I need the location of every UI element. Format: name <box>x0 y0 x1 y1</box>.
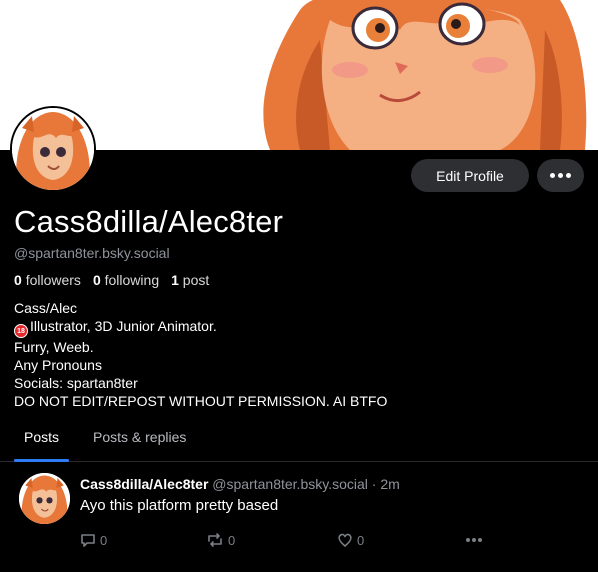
profile-stats: 0 followers 0 following 1 post <box>14 272 209 288</box>
repost-count: 0 <box>228 532 236 548</box>
bio-line: 18 Illustrator, 3D Junior Animator. <box>14 317 387 338</box>
profile-handle: @spartan8ter.bsky.social <box>14 245 170 261</box>
edit-profile-button[interactable]: Edit Profile <box>411 159 529 192</box>
more-options-button[interactable] <box>537 159 584 192</box>
tab-posts[interactable]: Posts <box>24 429 59 445</box>
like-button[interactable]: 0 <box>337 531 364 549</box>
post-more-button[interactable] <box>466 531 482 549</box>
following-count: 0 <box>92 272 101 288</box>
posts-stat: 1 post <box>171 272 209 288</box>
followers-count: 0 <box>14 272 22 288</box>
following-stat[interactable]: 0 following <box>93 272 159 288</box>
repost-icon <box>208 533 222 547</box>
profile-avatar[interactable] <box>10 106 96 192</box>
post-author-handle[interactable]: @spartan8ter.bsky.social <box>212 476 368 492</box>
eighteen-plus-icon: 18 <box>14 324 28 338</box>
bio-line: Furry, Weeb. <box>14 339 94 355</box>
post-timestamp[interactable]: 2m <box>380 476 399 492</box>
reply-icon <box>81 534 95 547</box>
post-more-icon <box>466 538 482 542</box>
post-separator: · <box>371 476 377 492</box>
posts-label: post <box>182 272 210 288</box>
reply-count: 0 <box>100 532 108 548</box>
bio-line: Socials: spartan8ter <box>14 375 138 391</box>
like-icon <box>338 533 352 547</box>
following-label: following <box>104 272 160 288</box>
followers-label: followers <box>25 272 81 288</box>
posts-count: 1 <box>171 272 179 288</box>
bio-line: DO NOT EDIT/REPOST WITHOUT PERMISSION. A… <box>14 393 388 409</box>
tab-posts-and-replies[interactable]: Posts & replies <box>93 429 186 445</box>
post-header: Cass8dilla/Alec8ter @spartan8ter.bsky.so… <box>80 476 400 492</box>
display-name: Cass8dilla/Alec8ter <box>14 204 284 239</box>
feed-post[interactable]: Cass8dilla/Alec8ter @spartan8ter.bsky.so… <box>0 463 598 572</box>
post-author-name[interactable]: Cass8dilla/Alec8ter <box>80 476 208 492</box>
post-avatar-image <box>19 473 70 524</box>
repost-button[interactable]: 0 <box>206 531 235 549</box>
bio-line-text: Illustrator, 3D Junior Animator. <box>30 318 217 334</box>
profile-bio: Cass/Alec 18 Illustrator, 3D Junior Anima… <box>14 299 387 410</box>
bio-line: Any Pronouns <box>14 357 102 373</box>
like-count: 0 <box>357 532 365 548</box>
reply-button[interactable]: 0 <box>80 531 107 549</box>
post-author-avatar[interactable] <box>19 473 70 524</box>
bio-line: Cass/Alec <box>14 300 78 316</box>
more-icon <box>550 173 571 178</box>
profile-avatar-image <box>12 108 94 190</box>
active-tab-indicator <box>14 459 69 462</box>
profile-tabs: Posts Posts & replies <box>0 420 598 462</box>
post-text: Ayo this platform pretty based <box>80 497 279 514</box>
followers-stat[interactable]: 0 followers <box>14 272 81 288</box>
